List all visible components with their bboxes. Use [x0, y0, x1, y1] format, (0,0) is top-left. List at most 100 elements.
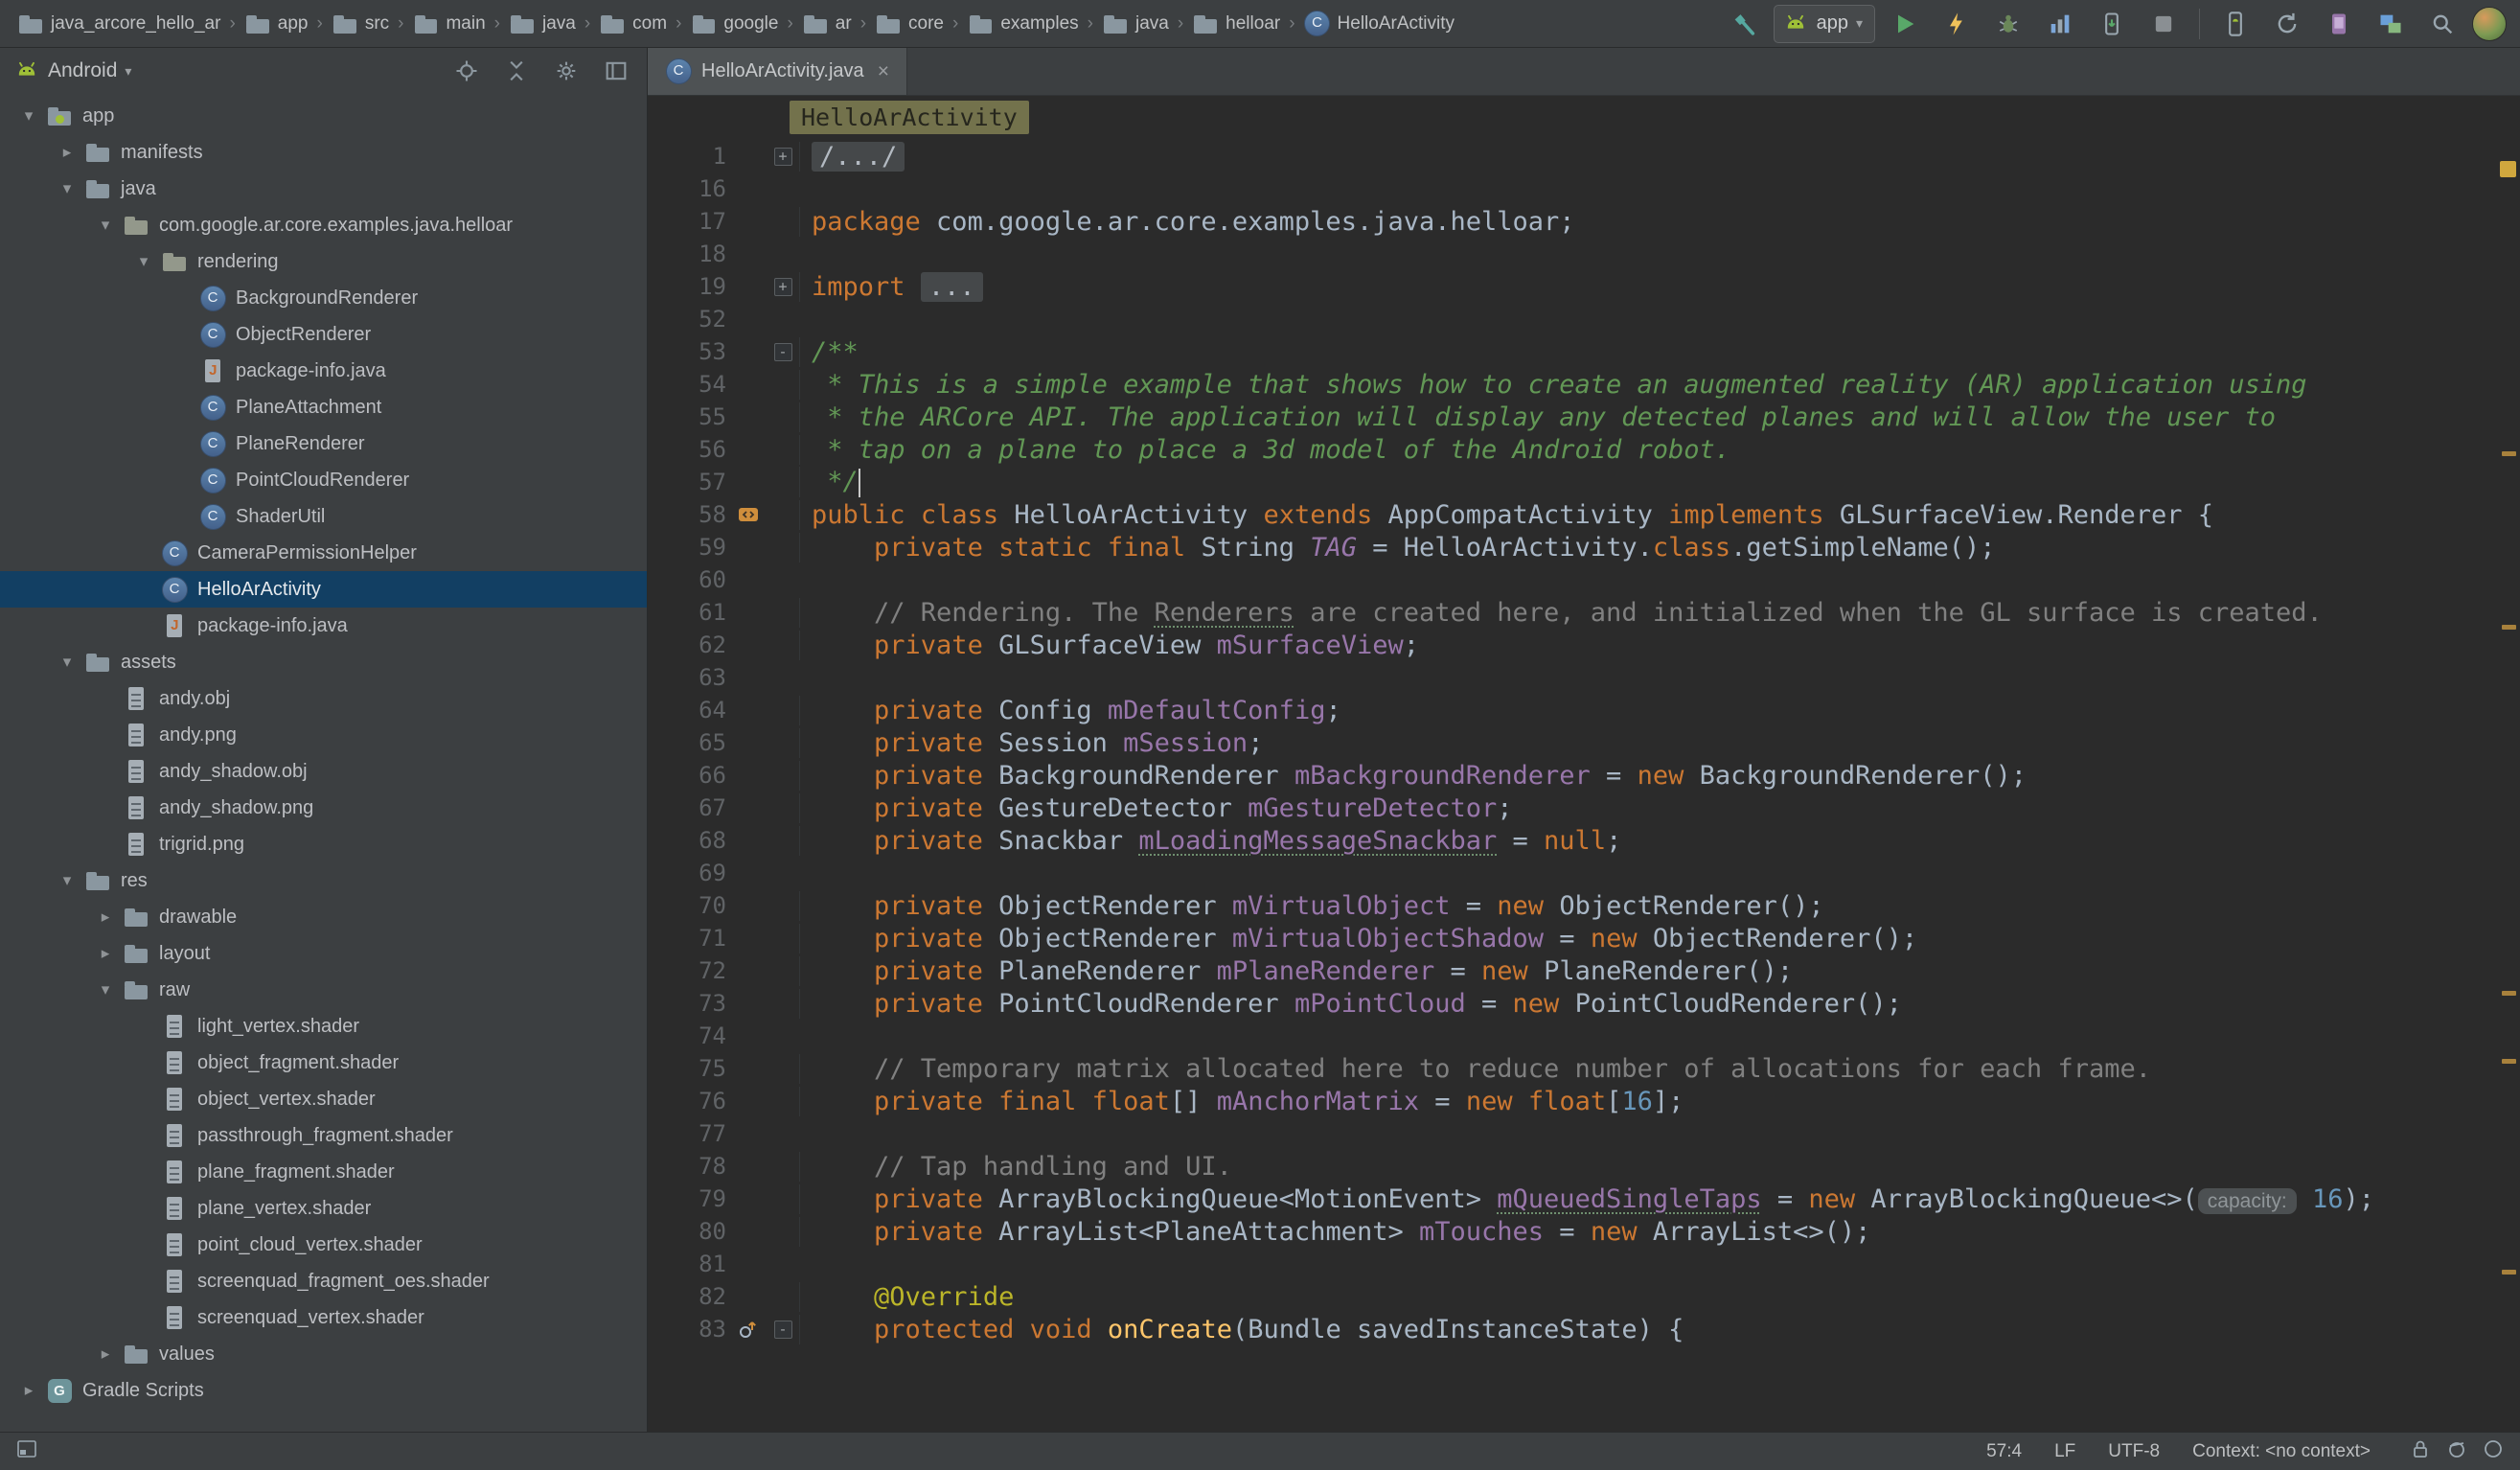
code-line[interactable]: 67 private GestureDetector mGestureDetec…: [648, 792, 2520, 824]
breadcrumb-item[interactable]: java: [505, 9, 580, 39]
context-widget[interactable]: Context: <no context>: [2192, 1441, 2371, 1462]
breadcrumb-current-class[interactable]: HelloArActivity: [790, 101, 1029, 134]
breadcrumb-item[interactable]: ar: [798, 9, 856, 39]
tree-item-screenquad-fragment-oes-shader[interactable]: screenquad_fragment_oes.shader: [0, 1263, 647, 1299]
fold-collapse-icon[interactable]: -: [774, 1321, 792, 1339]
apply-changes-button[interactable]: [1935, 5, 1979, 43]
code-editor[interactable]: 1+/.../1617package com.google.ar.core.ex…: [648, 138, 2520, 1432]
code-line[interactable]: 62 private GLSurfaceView mSurfaceView;: [648, 629, 2520, 661]
expand-arrow-icon[interactable]: ▾: [88, 216, 123, 235]
code-line[interactable]: 72 private PlaneRenderer mPlaneRenderer …: [648, 954, 2520, 987]
code-line[interactable]: 18: [648, 238, 2520, 270]
tree-item-manifests[interactable]: ▸manifests: [0, 134, 647, 171]
code-line[interactable]: 59 private static final String TAG = Hel…: [648, 531, 2520, 563]
tree-item-drawable[interactable]: ▸drawable: [0, 899, 647, 935]
code-line[interactable]: 80 private ArrayList<PlaneAttachment> mT…: [648, 1215, 2520, 1248]
avd-manager-button[interactable]: [2213, 5, 2257, 43]
stop-button[interactable]: [2142, 5, 2186, 43]
tree-item-objectrenderer[interactable]: ObjectRenderer: [0, 316, 647, 353]
editor-tab[interactable]: HelloArActivity.java×: [648, 48, 907, 95]
code-line[interactable]: 52: [648, 303, 2520, 335]
code-line[interactable]: 56 * tap on a plane to place a 3d model …: [648, 433, 2520, 466]
tree-item-planerenderer[interactable]: PlaneRenderer: [0, 425, 647, 462]
expand-arrow-icon[interactable]: ▸: [11, 1381, 46, 1400]
code-line[interactable]: 61 // Rendering. The Renderers are creat…: [648, 596, 2520, 629]
code-line[interactable]: 78 // Tap handling and UI.: [648, 1150, 2520, 1183]
tree-item-passthrough-fragment-shader[interactable]: passthrough_fragment.shader: [0, 1117, 647, 1154]
expand-arrow-icon[interactable]: ▸: [88, 944, 123, 963]
code-line[interactable]: 71 private ObjectRenderer mVirtualObject…: [648, 922, 2520, 954]
locate-file-button[interactable]: [449, 52, 484, 90]
tree-item-plane-vertex-shader[interactable]: plane_vertex.shader: [0, 1190, 647, 1227]
tree-item-gradle-scripts[interactable]: ▸Gradle Scripts: [0, 1372, 647, 1409]
code-line[interactable]: 65 private Session mSession;: [648, 726, 2520, 759]
code-line[interactable]: 75 // Temporary matrix allocated here to…: [648, 1052, 2520, 1085]
tree-item-trigrid-png[interactable]: trigrid.png: [0, 826, 647, 862]
tree-item-values[interactable]: ▸values: [0, 1336, 647, 1372]
tree-item-com-google-ar-core-examples-java-helloar[interactable]: ▾com.google.ar.core.examples.java.helloa…: [0, 207, 647, 243]
code-line[interactable]: 73 private PointCloudRenderer mPointClou…: [648, 987, 2520, 1020]
tree-item-package-info-java[interactable]: package-info.java: [0, 608, 647, 644]
tree-item-andy-obj[interactable]: andy.obj: [0, 680, 647, 717]
toggle-toolwindows-icon[interactable]: [15, 1437, 38, 1466]
tree-item-res[interactable]: ▾res: [0, 862, 647, 899]
tree-item-object-fragment-shader[interactable]: object_fragment.shader: [0, 1045, 647, 1081]
fold-expand-icon[interactable]: +: [774, 278, 792, 296]
code-line[interactable]: 58public class HelloArActivity extends A…: [648, 498, 2520, 531]
run-configuration-select[interactable]: app▾: [1774, 5, 1875, 43]
code-line[interactable]: 74: [648, 1020, 2520, 1052]
code-line[interactable]: 55 * the ARCore API. The application wil…: [648, 401, 2520, 433]
tree-item-shaderutil[interactable]: ShaderUtil: [0, 498, 647, 535]
tree-item-light-vertex-shader[interactable]: light_vertex.shader: [0, 1008, 647, 1045]
code-line[interactable]: 68 private Snackbar mLoadingMessageSnack…: [648, 824, 2520, 857]
collapse-all-button[interactable]: [499, 52, 534, 90]
debug-button[interactable]: [1986, 5, 2030, 43]
tree-item-andy-shadow-png[interactable]: andy_shadow.png: [0, 790, 647, 826]
profile-avatar[interactable]: [2472, 7, 2507, 41]
code-line[interactable]: 81: [648, 1248, 2520, 1280]
code-line[interactable]: 79 private ArrayBlockingQueue<MotionEven…: [648, 1183, 2520, 1215]
tree-item-package-info-java[interactable]: package-info.java: [0, 353, 647, 389]
breadcrumb-item[interactable]: google: [686, 9, 782, 39]
code-line[interactable]: 60: [648, 563, 2520, 596]
code-line[interactable]: 76 private final float[] mAnchorMatrix =…: [648, 1085, 2520, 1117]
fold-expand-icon[interactable]: +: [774, 148, 792, 166]
tree-item-object-vertex-shader[interactable]: object_vertex.shader: [0, 1081, 647, 1117]
tree-item-pointcloudrenderer[interactable]: PointCloudRenderer: [0, 462, 647, 498]
expand-arrow-icon[interactable]: ▾: [11, 106, 46, 126]
code-line[interactable]: 17package com.google.ar.core.examples.ja…: [648, 205, 2520, 238]
lock-icon[interactable]: [2409, 1437, 2432, 1466]
tree-item-layout[interactable]: ▸layout: [0, 935, 647, 972]
expand-arrow-icon[interactable]: ▸: [50, 143, 84, 162]
inspector-profile-icon[interactable]: [2445, 1437, 2468, 1466]
code-line[interactable]: 66 private BackgroundRenderer mBackgroun…: [648, 759, 2520, 792]
tree-item-camerapermissionhelper[interactable]: CameraPermissionHelper: [0, 535, 647, 571]
expand-arrow-icon[interactable]: ▾: [88, 980, 123, 999]
device-windows-button[interactable]: [2369, 5, 2413, 43]
hide-panel-button[interactable]: [599, 52, 633, 90]
tree-item-assets[interactable]: ▾assets: [0, 644, 647, 680]
code-line[interactable]: 77: [648, 1117, 2520, 1150]
breadcrumb-item[interactable]: examples: [963, 9, 1082, 39]
tree-item-helloaractivity[interactable]: HelloArActivity: [0, 571, 647, 608]
expand-arrow-icon[interactable]: ▾: [50, 871, 84, 890]
code-line[interactable]: 70 private ObjectRenderer mVirtualObject…: [648, 889, 2520, 922]
code-line[interactable]: 69: [648, 857, 2520, 889]
expand-arrow-icon[interactable]: ▾: [50, 653, 84, 672]
tree-item-backgroundrenderer[interactable]: BackgroundRenderer: [0, 280, 647, 316]
code-line[interactable]: 16: [648, 172, 2520, 205]
breadcrumb-item[interactable]: helloar: [1188, 9, 1284, 39]
tree-item-java[interactable]: ▾java: [0, 171, 647, 207]
line-ending-widget[interactable]: LF: [2054, 1441, 2075, 1462]
tree-item-raw[interactable]: ▾raw: [0, 972, 647, 1008]
code-line[interactable]: 63: [648, 661, 2520, 694]
tree-item-screenquad-vertex-shader[interactable]: screenquad_vertex.shader: [0, 1299, 647, 1336]
code-line[interactable]: 54 * This is a simple example that shows…: [648, 368, 2520, 401]
caret-position-widget[interactable]: 57:4: [1986, 1441, 2022, 1462]
code-line[interactable]: 19+import ...: [648, 270, 2520, 303]
breadcrumb-item[interactable]: main: [408, 9, 489, 39]
breadcrumb-item[interactable]: core: [871, 9, 948, 39]
code-line[interactable]: 83- protected void onCreate(Bundle saved…: [648, 1313, 2520, 1345]
tree-item-andy-shadow-obj[interactable]: andy_shadow.obj: [0, 753, 647, 790]
tree-item-point-cloud-vertex-shader[interactable]: point_cloud_vertex.shader: [0, 1227, 647, 1263]
